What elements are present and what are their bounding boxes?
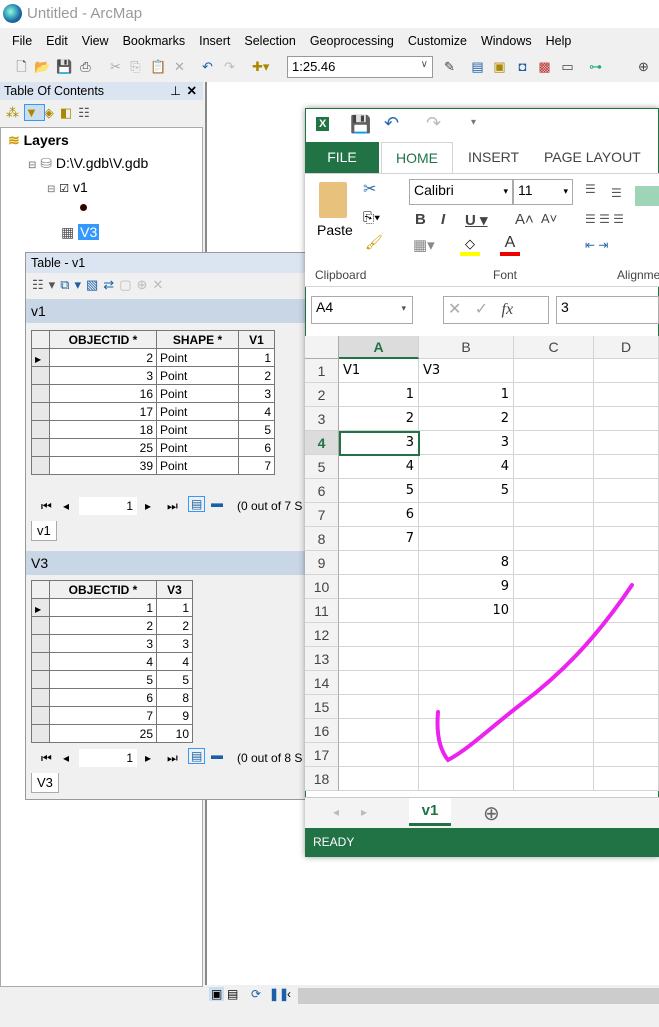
handwritten-checkmark-annotation (435, 583, 634, 763)
